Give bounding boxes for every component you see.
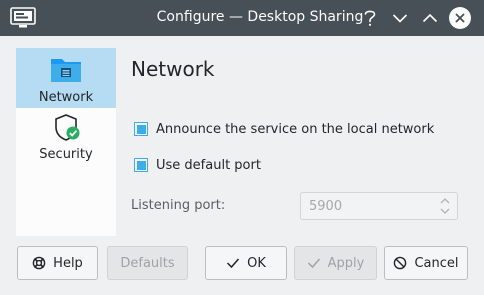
checkbox-box[interactable] [134, 122, 148, 136]
checkmark-icon [227, 258, 240, 269]
cancel-button-label: Cancel [414, 255, 459, 271]
listening-port-spinbox[interactable]: 5900 [300, 192, 458, 220]
cancel-icon [394, 256, 407, 270]
checkbox-checked-mark [136, 124, 146, 134]
sidebar-item-network[interactable]: Network [16, 48, 116, 108]
checkbox-checked-mark [136, 160, 146, 170]
use-default-port-checkbox[interactable]: Use default port [134, 156, 261, 174]
question-mark-icon [364, 10, 376, 26]
close-icon [449, 7, 471, 29]
spin-arrows-icon[interactable] [439, 196, 451, 216]
chevron-up-icon [422, 13, 438, 23]
chevron-down-icon [392, 14, 408, 23]
apply-button[interactable]: Apply [294, 246, 377, 280]
shield-check-icon [50, 113, 82, 143]
ok-button[interactable]: OK [205, 246, 287, 280]
use-default-port-label[interactable]: Use default port [156, 158, 261, 173]
help-titlebar-button[interactable] [356, 4, 384, 32]
page-list-sidebar: Network Security [16, 48, 116, 236]
dialog-window: Configure — Desktop Sharing Network Secu… [0, 0, 484, 295]
help-button-label: Help [53, 255, 83, 271]
defaults-button-label: Defaults [120, 255, 175, 271]
title-bar[interactable]: Configure — Desktop Sharing [0, 0, 484, 36]
listening-port-label: Listening port: [131, 198, 226, 213]
checkbox-box[interactable] [134, 158, 148, 172]
help-button[interactable]: Help [17, 246, 98, 280]
ok-button-label: OK [247, 255, 266, 271]
folder-network-icon [50, 55, 82, 85]
cancel-button[interactable]: Cancel [384, 246, 468, 280]
page-title: Network [131, 57, 215, 81]
announce-service-checkbox[interactable]: Announce the service on the local networ… [134, 120, 434, 138]
sidebar-item-label: Network [38, 90, 94, 105]
close-window-button[interactable] [446, 4, 474, 32]
apply-button-label: Apply [327, 255, 365, 271]
maximize-button[interactable] [416, 4, 444, 32]
announce-service-label[interactable]: Announce the service on the local networ… [156, 122, 434, 137]
lifebuoy-icon [32, 256, 46, 270]
listening-port-value: 5900 [309, 199, 343, 214]
sidebar-item-security[interactable]: Security [16, 109, 116, 169]
defaults-button[interactable]: Defaults [107, 246, 188, 280]
minimize-button[interactable] [386, 4, 414, 32]
sidebar-item-label: Security [39, 147, 93, 162]
checkmark-icon [307, 258, 320, 269]
